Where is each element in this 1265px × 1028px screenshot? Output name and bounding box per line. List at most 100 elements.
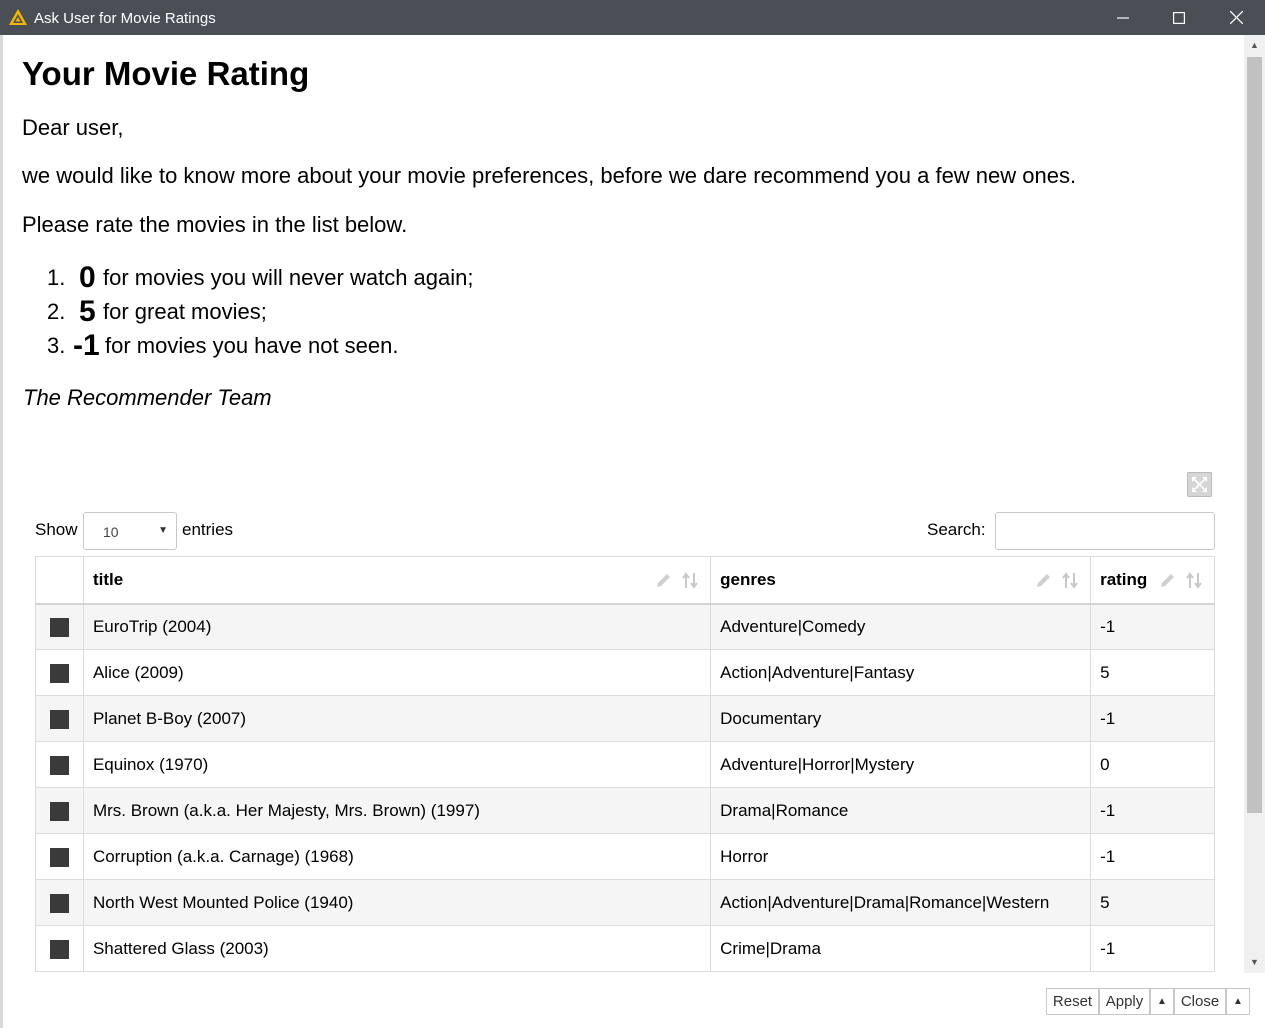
rating-column-header[interactable]: rating (1090, 556, 1215, 605)
entries-label: entries (182, 520, 234, 539)
table-header-row: title genres rating (35, 556, 1215, 605)
row-checkbox[interactable] (50, 617, 70, 637)
rule-value: 0 (79, 261, 96, 294)
vertical-scrollbar[interactable]: ▲ ▼ (1244, 35, 1265, 973)
genres-cell: Drama|Romance (710, 787, 1092, 834)
show-label: Show (35, 520, 78, 539)
row-select-cell[interactable] (35, 649, 84, 696)
title-cell: Mrs. Brown (a.k.a. Her Majesty, Mrs. Bro… (82, 787, 712, 834)
title-cell: Corruption (a.k.a. Carnage) (1968) (82, 833, 712, 880)
page-title: Your Movie Rating (22, 55, 310, 92)
sort-icon[interactable] (1061, 571, 1080, 590)
scroll-up-arrow-icon[interactable]: ▲ (1244, 35, 1265, 56)
table-row[interactable]: Alice (2009) Action|Adventure|Fantasy 5 (35, 649, 1215, 696)
rating-cell[interactable]: 5 (1090, 879, 1215, 926)
sort-icon[interactable] (1185, 571, 1204, 590)
table-row[interactable]: North West Mounted Police (1940) Action|… (35, 879, 1215, 926)
select-column-header[interactable] (35, 556, 84, 605)
row-checkbox[interactable] (50, 663, 70, 683)
column-header-label: title (92, 569, 124, 589)
fullscreen-button[interactable] (1187, 472, 1212, 497)
row-select-cell[interactable] (35, 787, 84, 834)
minimize-button[interactable] (1095, 0, 1151, 35)
column-header-icons (654, 571, 700, 590)
rule-number: 3. (47, 333, 66, 358)
close-button[interactable]: Close (1174, 988, 1226, 1015)
maximize-button[interactable] (1151, 0, 1207, 35)
minimize-icon (1117, 16, 1129, 19)
rating-cell[interactable]: -1 (1090, 787, 1215, 834)
column-header-icons (1034, 571, 1080, 590)
column-header-label: rating (1100, 569, 1148, 589)
fullscreen-icon (1192, 477, 1207, 492)
chevron-down-icon: ▼ (158, 525, 168, 536)
table-row[interactable]: Planet B-Boy (2007) Documentary -1 (35, 695, 1215, 742)
genres-cell: Horror (710, 833, 1092, 880)
row-checkbox[interactable] (50, 755, 70, 775)
row-select-cell[interactable] (35, 603, 84, 650)
row-checkbox[interactable] (50, 801, 70, 821)
table-row[interactable]: EuroTrip (2004) Adventure|Comedy -1 (35, 603, 1215, 650)
row-select-cell[interactable] (35, 925, 84, 972)
instruction-text: Please rate the movies in the list below… (22, 212, 408, 237)
rating-cell[interactable]: -1 (1090, 695, 1215, 742)
entries-value: 10 (103, 524, 119, 540)
apply-button[interactable]: Apply (1099, 988, 1150, 1015)
rating-cell[interactable]: -1 (1090, 833, 1215, 880)
rating-cell[interactable]: -1 (1090, 603, 1215, 650)
entries-per-page-select[interactable]: 10 ▼ (83, 512, 177, 550)
rating-cell[interactable]: -1 (1090, 925, 1215, 972)
title-cell: EuroTrip (2004) (82, 603, 712, 650)
close-icon (1229, 11, 1243, 24)
pencil-icon[interactable] (1158, 571, 1177, 590)
scroll-down-arrow-icon[interactable]: ▼ (1244, 952, 1265, 973)
table-row[interactable]: Corruption (a.k.a. Carnage) (1968) Horro… (35, 833, 1215, 880)
app-icon (9, 9, 27, 25)
row-select-cell[interactable] (35, 741, 84, 788)
genres-cell: Adventure|Comedy (710, 603, 1092, 650)
table-row[interactable]: Shattered Glass (2003) Crime|Drama -1 (35, 925, 1215, 972)
pencil-icon[interactable] (1034, 571, 1053, 590)
intro-text: we would like to know more about your mo… (22, 163, 1077, 188)
pencil-icon[interactable] (654, 571, 673, 590)
row-select-cell[interactable] (35, 833, 84, 880)
title-cell: Alice (2009) (82, 649, 712, 696)
signature-text: The Recommender Team (23, 385, 272, 410)
row-checkbox[interactable] (50, 939, 70, 959)
genres-cell: Crime|Drama (710, 925, 1092, 972)
column-header-icons (1158, 571, 1204, 590)
reset-button[interactable]: Reset (1046, 988, 1099, 1015)
search-label: Search: (927, 520, 986, 539)
row-checkbox[interactable] (50, 709, 70, 729)
apply-options-button[interactable]: ▲ (1150, 988, 1174, 1015)
rule-number: 1. (47, 265, 66, 290)
sort-icon[interactable] (681, 571, 700, 590)
search-input[interactable] (995, 512, 1215, 550)
rating-cell[interactable]: 5 (1090, 649, 1215, 696)
window-title: Ask User for Movie Ratings (34, 10, 216, 27)
rule-text: for movies you will never watch again; (103, 265, 474, 290)
table-row[interactable]: Equinox (1970) Adventure|Horror|Mystery … (35, 741, 1215, 788)
row-checkbox[interactable] (50, 847, 70, 867)
row-select-cell[interactable] (35, 879, 84, 926)
scrollbar-thumb[interactable] (1247, 57, 1262, 813)
title-cell: Equinox (1970) (82, 741, 712, 788)
maximize-icon (1173, 11, 1185, 24)
movies-table: title genres rating EuroTrip (2004) Adve… (35, 556, 1215, 972)
rule-value: -1 (73, 329, 100, 362)
row-select-cell[interactable] (35, 695, 84, 742)
rating-cell[interactable]: 0 (1090, 741, 1215, 788)
caret-up-icon: ▲ (1157, 996, 1167, 1007)
genres-cell: Action|Adventure|Drama|Romance|Western (710, 879, 1092, 926)
greeting-text: Dear user, (22, 115, 124, 140)
genres-column-header[interactable]: genres (710, 556, 1092, 605)
row-checkbox[interactable] (50, 893, 70, 913)
table-row[interactable]: Mrs. Brown (a.k.a. Her Majesty, Mrs. Bro… (35, 787, 1215, 834)
close-options-button[interactable]: ▲ (1226, 988, 1250, 1015)
rule-value: 5 (79, 295, 96, 328)
close-window-button[interactable] (1208, 0, 1264, 35)
title-cell: Planet B-Boy (2007) (82, 695, 712, 742)
genres-cell: Documentary (710, 695, 1092, 742)
genres-cell: Action|Adventure|Fantasy (710, 649, 1092, 696)
title-column-header[interactable]: title (82, 556, 712, 605)
